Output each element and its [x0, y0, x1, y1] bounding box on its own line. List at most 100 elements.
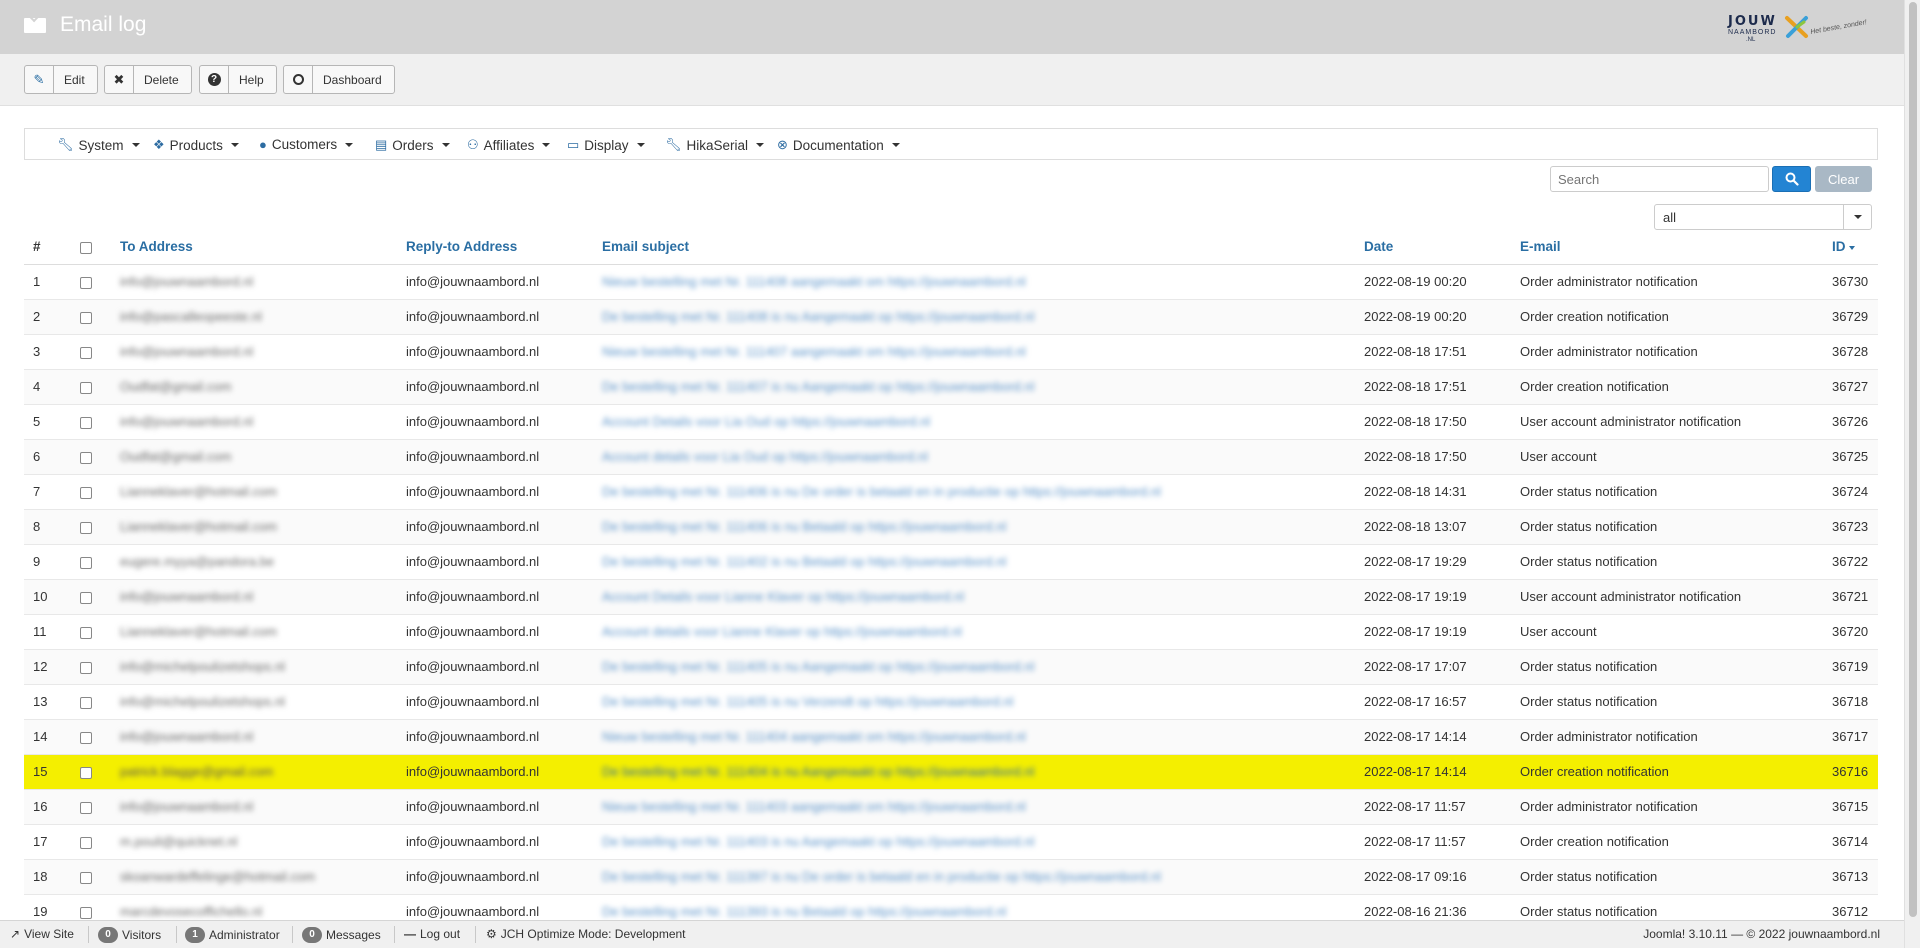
- table-row[interactable]: 3 info@jouwnaambord.nl info@jouwnaambord.n…: [24, 333, 1878, 369]
- row-checkbox[interactable]: [80, 836, 92, 849]
- table-row[interactable]: 15 patrick.blagge@gmail.com info@jouwnaamb…: [24, 753, 1878, 789]
- scrollbar-thumb[interactable]: [1909, 2, 1917, 917]
- row-checkbox[interactable]: [80, 591, 92, 604]
- row-checkbox[interactable]: [80, 906, 92, 919]
- to-address-cell[interactable]: m.pouli@quicknet.nl: [110, 823, 396, 859]
- subject-cell[interactable]: De bestelling met Nr. 111405 is nu Verze…: [592, 683, 1354, 719]
- subject-cell[interactable]: Account Details voor Lianne Klaver op ht…: [592, 578, 1354, 614]
- table-row[interactable]: 14 info@jouwnaambord.nl info@jouwnaambord.…: [24, 718, 1878, 754]
- menu-affiliates[interactable]: ⚇ Affiliates: [467, 137, 551, 153]
- column-header-to-address[interactable]: To Address: [110, 230, 396, 265]
- row-checkbox[interactable]: [80, 871, 92, 884]
- to-address-cell[interactable]: info@jouwnaambord.nl: [110, 403, 396, 439]
- to-address-cell[interactable]: info@jouwnaambord.nl: [110, 578, 396, 614]
- subject-cell[interactable]: De bestelling met Nr. 111404 is nu Aange…: [592, 753, 1354, 789]
- menu-display[interactable]: ▭ Display: [567, 137, 645, 153]
- logout-link[interactable]: — Log out: [404, 927, 460, 941]
- to-address-cell[interactable]: Lianneklaver@hotmail.com: [110, 613, 396, 649]
- to-address-cell[interactable]: skoanwardeffelinge@hotmail.com: [110, 858, 396, 894]
- row-checkbox[interactable]: [80, 381, 92, 394]
- select-all-checkbox[interactable]: [80, 241, 92, 254]
- subject-cell[interactable]: De bestelling met Nr. 111408 is nu Aange…: [592, 298, 1354, 334]
- to-address-cell[interactable]: patrick.blagge@gmail.com: [110, 753, 396, 789]
- column-header-subject[interactable]: Email subject: [592, 230, 1354, 265]
- to-address-cell[interactable]: info@pascalleopeeste.nl: [110, 298, 396, 334]
- table-row[interactable]: 13 info@michelpoulizetshops.nl info@jouwna…: [24, 683, 1878, 719]
- menu-orders[interactable]: ▤ Orders: [375, 137, 450, 153]
- subject-cell[interactable]: Nieuw bestelling met Nr. 111404 aangemaa…: [592, 718, 1354, 754]
- table-row[interactable]: 12 info@michelpoulizetshops.nl info@jouwna…: [24, 648, 1878, 684]
- table-row[interactable]: 2 info@pascalleopeeste.nl info@jouwnaambor…: [24, 298, 1878, 334]
- subject-cell[interactable]: Account Details voor Lia Oud op https://…: [592, 403, 1354, 439]
- to-address-cell[interactable]: Lianneklaver@hotmail.com: [110, 473, 396, 509]
- menu-products[interactable]: ❖ Products: [153, 137, 239, 153]
- view-site-link[interactable]: ↗ View Site: [10, 927, 74, 941]
- column-header-reply-to[interactable]: Reply-to Address: [396, 230, 592, 265]
- subject-cell[interactable]: Account details voor Lianne Klaver op ht…: [592, 613, 1354, 649]
- table-row[interactable]: 4 Oudfat@gmail.com info@jouwnaambord.nl De …: [24, 368, 1878, 404]
- to-address-cell[interactable]: info@michelpoulizetshops.nl: [110, 648, 396, 684]
- table-row[interactable]: 1 info@jouwnaambord.nl info@jouwnaambord.n…: [24, 263, 1878, 299]
- column-header-date[interactable]: Date: [1354, 230, 1510, 265]
- dashboard-button[interactable]: Dashboard: [283, 65, 395, 94]
- row-checkbox[interactable]: [80, 311, 92, 324]
- column-header-email[interactable]: E-mail: [1510, 230, 1822, 265]
- to-address-cell[interactable]: Oudfat@gmail.com: [110, 438, 396, 474]
- to-address-cell[interactable]: Oudfat@gmail.com: [110, 368, 396, 404]
- row-checkbox[interactable]: [80, 416, 92, 429]
- subject-cell[interactable]: De bestelling met Nr. 111407 is nu Aange…: [592, 368, 1354, 404]
- to-address-cell[interactable]: Lianneklaver@hotmail.com: [110, 508, 396, 544]
- to-address-cell[interactable]: eugere.myya@pandora.be: [110, 543, 396, 579]
- menu-hikaserial[interactable]: 🔧︎ HikaSerial: [665, 137, 765, 153]
- subject-cell[interactable]: De bestelling met Nr. 111405 is nu Aange…: [592, 648, 1354, 684]
- table-row[interactable]: 18 skoanwardeffelinge@hotmail.com info@jou…: [24, 858, 1878, 894]
- to-address-cell[interactable]: info@jouwnaambord.nl: [110, 263, 396, 299]
- row-checkbox[interactable]: [80, 276, 92, 289]
- search-input[interactable]: [1550, 166, 1769, 192]
- delete-button[interactable]: ✖ Delete: [104, 65, 192, 94]
- table-row[interactable]: 17 m.pouli@quicknet.nl info@jouwnaambord.n…: [24, 823, 1878, 859]
- to-address-cell[interactable]: info@michelpoulizetshops.nl: [110, 683, 396, 719]
- table-row[interactable]: 6 Oudfat@gmail.com info@jouwnaambord.nl Acc…: [24, 438, 1878, 474]
- to-address-cell[interactable]: info@jouwnaambord.nl: [110, 718, 396, 754]
- table-row[interactable]: 7 Lianneklaver@hotmail.com info@jouwnaambo…: [24, 473, 1878, 509]
- row-checkbox[interactable]: [80, 731, 92, 744]
- subject-cell[interactable]: Nieuw bestelling met Nr. 111407 aangemaa…: [592, 333, 1354, 369]
- messages-indicator[interactable]: 0 Messages: [302, 927, 381, 943]
- menu-customers[interactable]: ● Customers: [259, 137, 354, 152]
- subject-cell[interactable]: Nieuw bestelling met Nr. 111408 aangemaa…: [592, 263, 1354, 299]
- subject-cell[interactable]: Nieuw bestelling met Nr. 111403 aangemaa…: [592, 788, 1354, 824]
- row-checkbox[interactable]: [80, 486, 92, 499]
- help-button[interactable]: ? Help: [199, 65, 277, 94]
- row-checkbox[interactable]: [80, 661, 92, 674]
- table-row[interactable]: 9 eugere.myya@pandora.be info@jouwnaambord…: [24, 543, 1878, 579]
- row-checkbox[interactable]: [80, 766, 92, 779]
- jch-optimize-mode[interactable]: ⚙ JCH Optimize Mode: Development: [486, 927, 686, 941]
- page-scrollbar[interactable]: [1904, 0, 1920, 948]
- to-address-cell[interactable]: info@jouwnaambord.nl: [110, 333, 396, 369]
- to-address-cell[interactable]: info@jouwnaambord.nl: [110, 788, 396, 824]
- menu-system[interactable]: 🔧︎ System: [57, 137, 140, 153]
- row-checkbox[interactable]: [80, 696, 92, 709]
- subject-cell[interactable]: De bestelling met Nr. 111397 is nu De or…: [592, 858, 1354, 894]
- subject-cell[interactable]: De bestelling met Nr. 111406 is nu Betaa…: [592, 508, 1354, 544]
- filter-select[interactable]: all: [1654, 204, 1872, 230]
- table-row[interactable]: 10 info@jouwnaambord.nl info@jouwnaambord.…: [24, 578, 1878, 614]
- edit-button[interactable]: ✎ Edit: [24, 65, 98, 94]
- row-checkbox[interactable]: [80, 521, 92, 534]
- row-checkbox[interactable]: [80, 346, 92, 359]
- subject-cell[interactable]: De bestelling met Nr. 111403 is nu Aange…: [592, 823, 1354, 859]
- subject-cell[interactable]: De bestelling met Nr. 111402 is nu Betaa…: [592, 543, 1354, 579]
- subject-cell[interactable]: Account details voor Lia Oud op https://…: [592, 438, 1354, 474]
- row-checkbox[interactable]: [80, 451, 92, 464]
- clear-button[interactable]: Clear: [1815, 166, 1872, 192]
- row-checkbox[interactable]: [80, 556, 92, 569]
- column-header-id[interactable]: ID: [1822, 230, 1878, 265]
- menu-documentation[interactable]: ⊗ Documentation: [777, 137, 900, 153]
- table-row[interactable]: 5 info@jouwnaambord.nl info@jouwnaambord.n…: [24, 403, 1878, 439]
- table-row[interactable]: 8 Lianneklaver@hotmail.com info@jouwnaambo…: [24, 508, 1878, 544]
- subject-cell[interactable]: De bestelling met Nr. 111406 is nu De or…: [592, 473, 1354, 509]
- search-button[interactable]: [1772, 166, 1811, 192]
- table-row[interactable]: 16 info@jouwnaambord.nl info@jouwnaambord.…: [24, 788, 1878, 824]
- table-row[interactable]: 11 Lianneklaver@hotmail.com info@jouwnaamb…: [24, 613, 1878, 649]
